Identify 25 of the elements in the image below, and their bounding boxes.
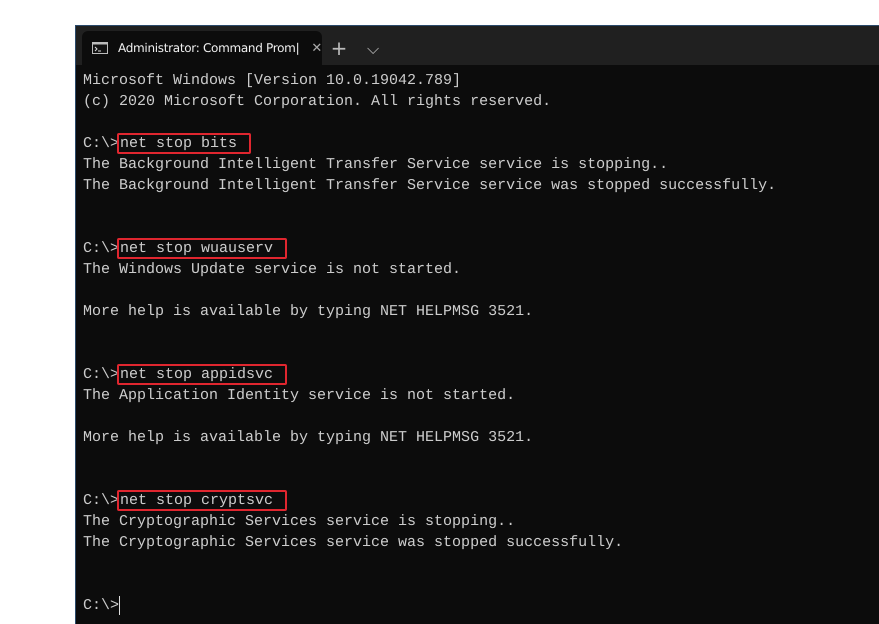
output-line: (c) 2020 Microsoft Corporation. All rights reserved. <box>83 92 552 112</box>
highlighted-command: net stop bits <box>117 133 252 154</box>
highlighted-command: net stop appidsvc <box>117 364 288 385</box>
dropdown-button[interactable]: ⌵ <box>356 31 390 65</box>
output-line: Microsoft Windows [Version 10.0.19042.789] <box>83 71 462 91</box>
output-line: The Cryptographic Services service is stopping.. <box>83 512 516 532</box>
highlighted-command: net stop wuauserv <box>117 238 288 259</box>
prompt-text: C:\> <box>83 491 120 511</box>
output-line: The Background Intelligent Transfer Service service was stopped successfully. <box>83 176 776 196</box>
output-line: The Background Intelligent Transfer Service service is stopping.. <box>83 155 668 175</box>
prompt-text: C:\> <box>83 596 120 616</box>
terminal-tab[interactable]: Administrator: Command Prom| ✕ <box>82 31 322 65</box>
prompt-text: C:\> <box>83 134 120 154</box>
output-line: The Windows Update service is not started. <box>83 260 462 280</box>
new-tab-button[interactable]: + <box>322 31 356 65</box>
console-icon <box>92 42 108 54</box>
close-button[interactable]: ✕ <box>309 40 324 56</box>
output-line: More help is available by typing NET HELPMSG 3521. <box>83 428 534 448</box>
output-line: The Application Identity service is not started. <box>83 386 516 406</box>
prompt-text: C:\> <box>83 239 120 259</box>
output-line: The Cryptographic Services service was stopped successfully. <box>83 533 624 553</box>
output-line: More help is available by typing NET HELPMSG 3521. <box>83 302 534 322</box>
text-cursor <box>119 596 120 615</box>
highlighted-command: net stop cryptsvc <box>117 490 288 511</box>
prompt-text: C:\> <box>83 365 120 385</box>
